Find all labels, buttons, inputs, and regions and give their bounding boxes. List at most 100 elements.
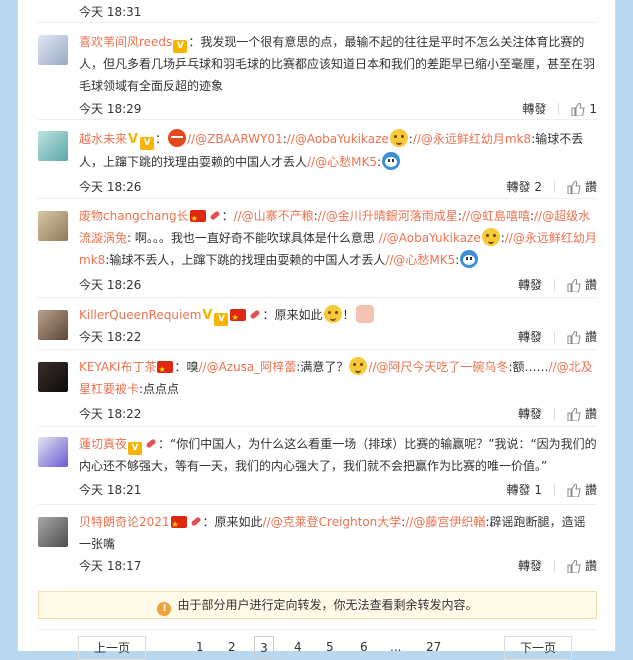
- like-button[interactable]: 讚: [555, 178, 597, 196]
- page-link[interactable]: 5: [326, 640, 334, 654]
- china-flag-icon: [189, 208, 206, 230]
- comment-body: 贝特朗奇论2021：原来如此//@克莱登Creighton大学://@藤宫伊织輶…: [79, 511, 597, 555]
- prev-page-button[interactable]: 上一页: [78, 636, 146, 660]
- comment-actions: 轉發 2 讚: [495, 178, 597, 196]
- avatar[interactable]: [38, 211, 68, 241]
- like-button[interactable]: 讚: [555, 328, 597, 346]
- verified-v-icon: V: [202, 308, 213, 323]
- doraemon-emoji-icon: [382, 152, 401, 170]
- like-label: 讚: [584, 330, 597, 344]
- username[interactable]: KEYAKI布丁茶: [79, 360, 156, 374]
- like-label: 讚: [584, 407, 597, 421]
- comment-body: KillerQueenRequiemVV：原来如此！: [79, 304, 597, 329]
- avatar[interactable]: [38, 362, 68, 392]
- smile-emoji-icon: [323, 305, 342, 323]
- comment-time: 今天 18:26: [79, 180, 142, 194]
- comment-actions: 轉發 讚: [506, 405, 597, 423]
- avatar[interactable]: [38, 35, 68, 65]
- like-label: 讚: [584, 180, 597, 194]
- warning-icon: !: [157, 602, 172, 616]
- like-button[interactable]: 讚: [555, 276, 597, 294]
- comment-item: KillerQueenRequiemVV：原来如此！ 今天 18:22 轉發 讚: [38, 298, 597, 350]
- thumbs-up-icon: [567, 278, 581, 292]
- page-link[interactable]: 6: [360, 640, 368, 654]
- vip-badge-icon: V: [214, 313, 229, 326]
- comment-time: 今天 18:22: [79, 407, 142, 421]
- next-page-button[interactable]: 下一页: [504, 636, 572, 660]
- comment-item: 废物changchang长：//@山寨不产粮://@金川升晴銀河落雨成星://@…: [38, 199, 597, 298]
- comment-item: 蓮切真夜 V ：“你们中国人，为什么这么看重一场（排球）比赛的输赢呢？”我说：“因为…: [38, 427, 597, 505]
- avatar[interactable]: [38, 517, 68, 547]
- avatar[interactable]: [38, 131, 68, 161]
- username[interactable]: 喜欢苇间风reeds: [79, 35, 172, 49]
- like-button[interactable]: 讚: [555, 405, 597, 423]
- repost-button[interactable]: 轉發 2: [495, 178, 542, 196]
- mention-link[interactable]: //@心愁MK5: [307, 155, 377, 169]
- restriction-notice: ! 由于部分用户进行定向转发，你无法查看剩余转发内容。: [38, 591, 597, 619]
- comment-body: 废物changchang长：//@山寨不产粮://@金川升晴銀河落雨成星://@…: [79, 205, 597, 271]
- mention-link[interactable]: //@藤宫伊织輶: [405, 515, 485, 529]
- comment-body: 喜欢苇间风reeds V ：我发现一个很有意思的点，最输不起的往往是平时不怎么关注体…: [79, 31, 597, 97]
- comment-item: KEYAKI布丁茶 ：嗅//@Azusa_阿梓蕾:满意了？ //@阿尺今天吃了一碗乌…: [38, 350, 597, 427]
- like-label: 讚: [584, 483, 597, 497]
- mention-link[interactable]: //@心愁MK5: [385, 253, 455, 267]
- comment-text: ：: [155, 132, 168, 146]
- doraemon-emoji-icon: [460, 250, 479, 268]
- china-flag-icon: [230, 307, 247, 329]
- mention-link[interactable]: //@ZBAARWY01: [187, 132, 283, 146]
- avatar[interactable]: [38, 437, 68, 467]
- mention-link[interactable]: //@金川升晴銀河落雨成星: [318, 209, 458, 223]
- mention-link[interactable]: //@虹島嘻嘻: [462, 209, 530, 223]
- repost-button[interactable]: 轉發: [506, 328, 542, 346]
- comment-body: 蓮切真夜 V ：“你们中国人，为什么这么看重一场（排球）比赛的输赢呢？”我说：“因为…: [79, 433, 597, 477]
- mention-link[interactable]: //@山寨不产粮: [234, 209, 314, 223]
- repost-button[interactable]: 轉發: [506, 405, 542, 423]
- like-button[interactable]: 讚: [555, 557, 597, 575]
- comment-item: 喜欢苇间风reeds V ：我发现一个很有意思的点，最输不起的往往是平时不怎么关注体…: [38, 23, 597, 120]
- comment-text: :满意了？: [296, 360, 349, 374]
- like-label: 讚: [584, 559, 597, 573]
- mention-link[interactable]: //@阿尺今天吃了一碗乌冬: [368, 360, 508, 374]
- page-link[interactable]: 1: [196, 640, 204, 654]
- angry-emoji-icon: [168, 129, 187, 147]
- smile-emoji-icon: [349, 357, 368, 375]
- username[interactable]: KillerQueenRequiem: [79, 308, 201, 322]
- repost-button[interactable]: 轉發: [506, 557, 542, 575]
- mention-link[interactable]: //@克莱登Creighton大学: [263, 515, 402, 529]
- repost-button[interactable]: 轉發 1: [495, 481, 542, 499]
- mention-link[interactable]: //@AobaYukikaze: [287, 132, 389, 146]
- page-link[interactable]: 2: [228, 640, 236, 654]
- sticker-emoji-icon: [355, 305, 374, 323]
- comment-text: ：原来如此: [202, 515, 263, 529]
- smile-emoji-icon: [481, 228, 500, 246]
- comment-actions: 轉發 讚: [506, 276, 597, 294]
- comment-time: 今天 18:29: [79, 102, 142, 116]
- like-button[interactable]: 讚: [555, 481, 597, 499]
- avatar[interactable]: [38, 310, 68, 340]
- username[interactable]: 越水未来: [79, 132, 127, 146]
- username[interactable]: 贝特朗奇论2021: [79, 515, 170, 529]
- pill-badge-icon: [188, 515, 202, 528]
- thumbs-up-icon: [571, 102, 585, 116]
- comment-body: 越水未来V V：//@ZBAARWY01://@AobaYukikaze://@永…: [79, 128, 597, 173]
- mention-link[interactable]: //@Azusa_阿梓蕾: [198, 360, 296, 374]
- mention-link[interactable]: //@永远鲜红幼月mk8: [413, 132, 531, 146]
- vip-badge-icon: V: [128, 442, 143, 455]
- comment-time: 今天 18:17: [79, 559, 142, 573]
- page-link[interactable]: 27: [426, 640, 441, 654]
- comment-text: :额……: [508, 360, 549, 374]
- comment-item: 贝特朗奇论2021：原来如此//@克莱登Creighton大学://@藤宫伊织輶…: [38, 505, 597, 581]
- mention-link[interactable]: //@AobaYukikaze: [379, 231, 481, 245]
- page-link[interactable]: 4: [294, 640, 302, 654]
- thumbs-up-icon: [567, 407, 581, 421]
- comment-actions: 轉發 讚: [506, 557, 597, 575]
- vip-badge-icon: V: [140, 137, 155, 150]
- repost-button[interactable]: 轉發: [510, 100, 546, 118]
- comment-text: : 啊。。。我也一直好奇不能吹球具体是什么意思: [127, 231, 379, 245]
- comment-text: ：嗅: [174, 360, 199, 374]
- repost-button[interactable]: 轉發: [506, 276, 542, 294]
- like-button[interactable]: 1: [559, 100, 597, 118]
- username[interactable]: 蓮切真夜: [79, 437, 127, 451]
- username[interactable]: 废物changchang长: [79, 209, 189, 223]
- verified-v-icon: V: [128, 132, 139, 147]
